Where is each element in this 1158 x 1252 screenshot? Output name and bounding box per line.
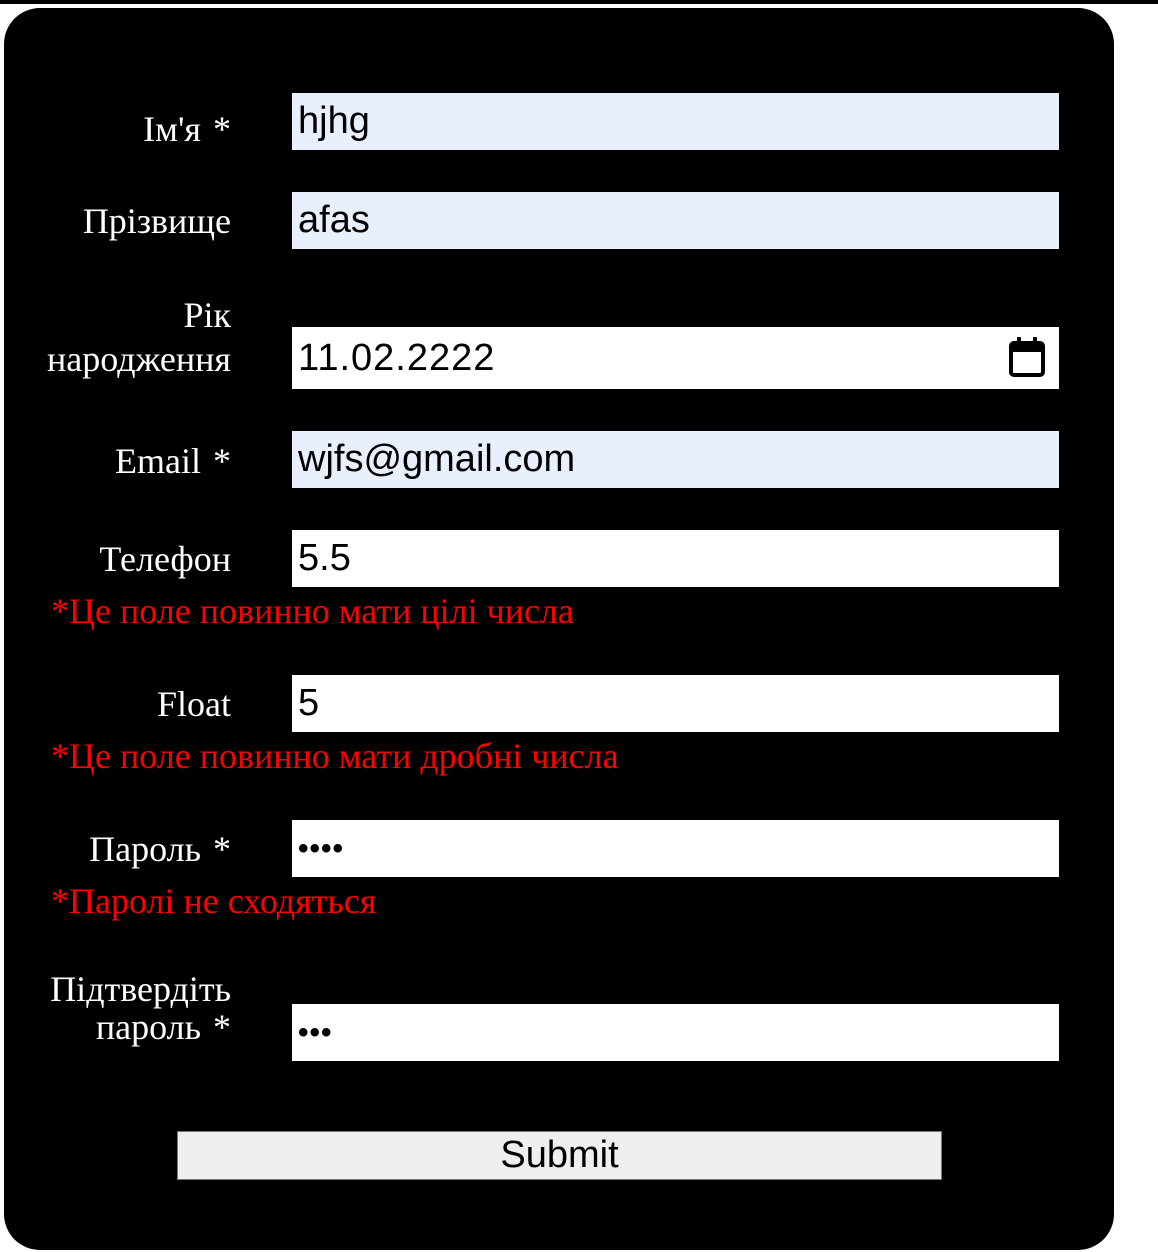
confirm-password-value: ••• — [298, 1015, 333, 1049]
email-value: wjfs@gmail.com — [298, 438, 576, 480]
password-input[interactable]: •••• — [292, 820, 1059, 877]
float-error: *Це поле повинно мати дробні числа — [51, 736, 619, 776]
float-input[interactable]: 5 — [292, 675, 1059, 732]
phone-value: 5.5 — [298, 537, 351, 579]
birth-year-label-line1: Рік — [183, 295, 231, 335]
float-label: Float — [156, 684, 231, 724]
first-name-label-text: Ім'я — [143, 109, 201, 149]
registration-form: Ім'я * hjhg Прізвище afas Рік народження … — [4, 8, 1114, 1250]
phone-label: Телефон — [99, 539, 231, 579]
birth-year-label: Рік народження — [47, 292, 231, 382]
first-name-input[interactable]: hjhg — [292, 93, 1059, 150]
required-mark: * — [213, 1007, 231, 1047]
email-label-text: Email — [115, 441, 201, 481]
required-mark: * — [213, 441, 231, 481]
required-mark: * — [213, 109, 231, 149]
confirm-password-label: Підтвердіть пароль * — [50, 966, 231, 1050]
last-name-input[interactable]: afas — [292, 192, 1059, 249]
first-name-label: Ім'я * — [143, 106, 231, 152]
calendar-icon[interactable] — [1009, 337, 1045, 377]
phone-input[interactable]: 5.5 — [292, 530, 1059, 587]
submit-button[interactable]: Submit — [177, 1131, 942, 1180]
required-mark: * — [213, 829, 231, 869]
phone-error: *Це поле повинно мати цілі числа — [51, 591, 574, 631]
birth-date-value: 11.02.2222 — [298, 336, 496, 379]
email-input[interactable]: wjfs@gmail.com — [292, 431, 1059, 488]
top-divider — [0, 0, 1158, 4]
float-value: 5 — [298, 682, 320, 724]
birth-date-input[interactable]: 11.02.2222 — [292, 327, 1059, 389]
password-value: •••• — [298, 831, 345, 865]
confirm-password-input[interactable]: ••• — [292, 1004, 1059, 1061]
last-name-value: afas — [298, 199, 370, 241]
first-name-value: hjhg — [298, 100, 370, 142]
password-label: Пароль * — [89, 826, 231, 872]
email-label: Email * — [115, 438, 231, 484]
password-label-text: Пароль — [89, 829, 201, 869]
confirm-password-label-line2: пароль — [95, 1007, 201, 1047]
birth-year-label-line2: народження — [47, 339, 231, 379]
password-error: *Паролі не сходяться — [51, 881, 377, 921]
last-name-label: Прізвище — [82, 201, 231, 241]
